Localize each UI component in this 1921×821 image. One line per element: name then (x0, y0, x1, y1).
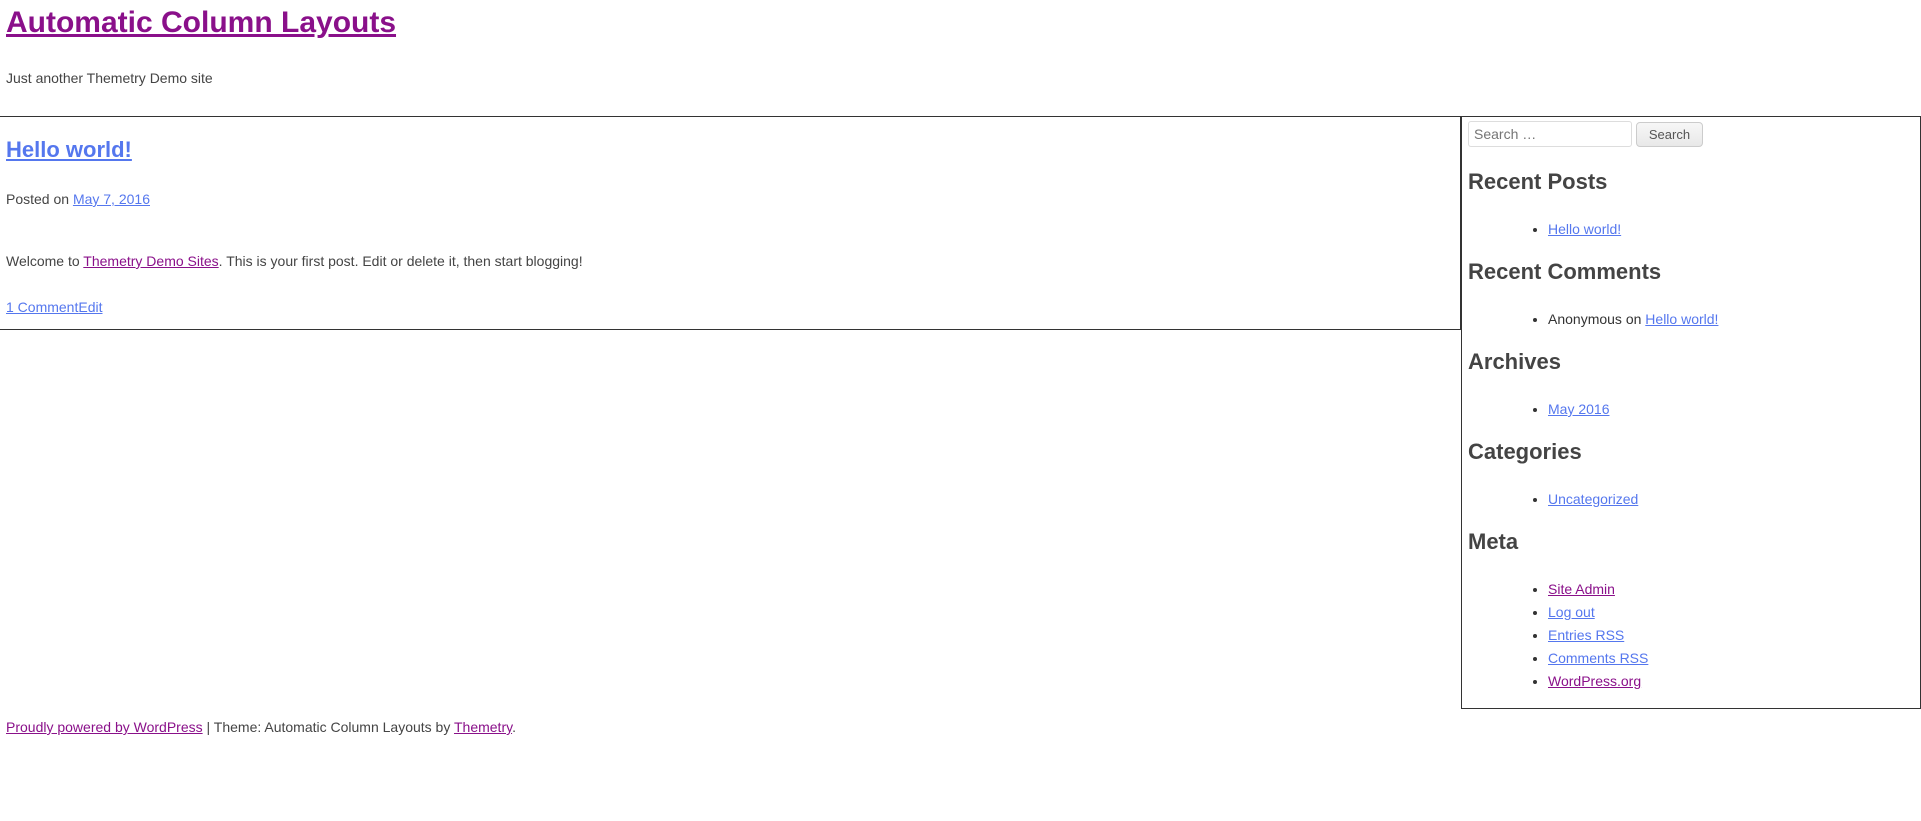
list-item: Uncategorized (1548, 491, 1914, 507)
footer-period: . (512, 719, 516, 735)
recent-comments-heading: Recent Comments (1468, 259, 1914, 285)
content-text: . This is your first post. Edit or delet… (219, 253, 583, 269)
sidebar: Search Recent Posts Hello world! Recent … (1461, 116, 1921, 709)
categories-heading: Categories (1468, 439, 1914, 465)
post: Hello world! Posted on May 7, 2016 Welco… (0, 116, 1461, 330)
site-title-link[interactable]: Automatic Column Layouts (6, 6, 396, 39)
archives-list: May 2016 (1508, 401, 1914, 417)
list-item: Entries RSS (1548, 627, 1914, 643)
themetry-sites-link[interactable]: Themetry Demo Sites (83, 253, 218, 269)
recent-comments-list: Anonymous on Hello world! (1508, 311, 1914, 327)
archives-heading: Archives (1468, 349, 1914, 375)
post-title: Hello world! (6, 137, 1460, 163)
list-item: Comments RSS (1548, 650, 1914, 666)
list-item: Hello world! (1548, 221, 1914, 237)
on-label: on (1622, 311, 1645, 327)
edit-link[interactable]: Edit (78, 299, 102, 315)
comment-target-link[interactable]: Hello world! (1645, 311, 1718, 327)
theme-text: Theme: Automatic Column Layouts by (214, 719, 454, 735)
content-layout: Hello world! Posted on May 7, 2016 Welco… (0, 116, 1921, 709)
recent-posts-list: Hello world! (1508, 221, 1914, 237)
comment-author: Anonymous (1548, 311, 1622, 327)
post-meta: Posted on May 7, 2016 (6, 191, 1460, 207)
search-widget: Search (1468, 121, 1914, 147)
footer-separator: | (203, 719, 214, 735)
categories-list: Uncategorized (1508, 491, 1914, 507)
meta-entries-rss-link[interactable]: Entries RSS (1548, 627, 1624, 643)
meta-site-admin-link[interactable]: Site Admin (1548, 581, 1615, 597)
category-link[interactable]: Uncategorized (1548, 491, 1638, 507)
meta-logout-link[interactable]: Log out (1548, 604, 1595, 620)
recent-posts-heading: Recent Posts (1468, 169, 1914, 195)
content-text: Welcome to (6, 253, 83, 269)
list-item: Anonymous on Hello world! (1548, 311, 1914, 327)
list-item: Log out (1548, 604, 1914, 620)
list-item: Site Admin (1548, 581, 1914, 597)
search-button[interactable]: Search (1636, 122, 1703, 147)
meta-comments-rss-link[interactable]: Comments RSS (1548, 650, 1648, 666)
meta-heading: Meta (1468, 529, 1914, 555)
archive-link[interactable]: May 2016 (1548, 401, 1609, 417)
post-footer: 1 CommentEdit (6, 299, 1460, 315)
powered-by-link[interactable]: Proudly powered by WordPress (6, 719, 203, 735)
post-content: Welcome to Themetry Demo Sites. This is … (6, 253, 1460, 269)
post-date-link[interactable]: May 7, 2016 (73, 191, 150, 207)
list-item: WordPress.org (1548, 673, 1914, 689)
site-tagline: Just another Themetry Demo site (6, 70, 1921, 86)
list-item: May 2016 (1548, 401, 1914, 417)
post-paragraph: Welcome to Themetry Demo Sites. This is … (6, 253, 1460, 269)
search-input[interactable] (1468, 121, 1632, 147)
post-title-link[interactable]: Hello world! (6, 137, 132, 162)
site-header: Automatic Column Layouts Just another Th… (0, 0, 1921, 86)
meta-list: Site Admin Log out Entries RSS Comments … (1508, 581, 1914, 689)
site-footer: Proudly powered by WordPress | Theme: Au… (0, 709, 1921, 745)
posted-on-label: Posted on (6, 191, 73, 207)
themetry-link[interactable]: Themetry (454, 719, 512, 735)
comments-link[interactable]: 1 Comment (6, 299, 78, 315)
main-content: Hello world! Posted on May 7, 2016 Welco… (0, 116, 1461, 709)
site-title: Automatic Column Layouts (6, 6, 1921, 40)
meta-wordpress-link[interactable]: WordPress.org (1548, 673, 1641, 689)
recent-post-link[interactable]: Hello world! (1548, 221, 1621, 237)
